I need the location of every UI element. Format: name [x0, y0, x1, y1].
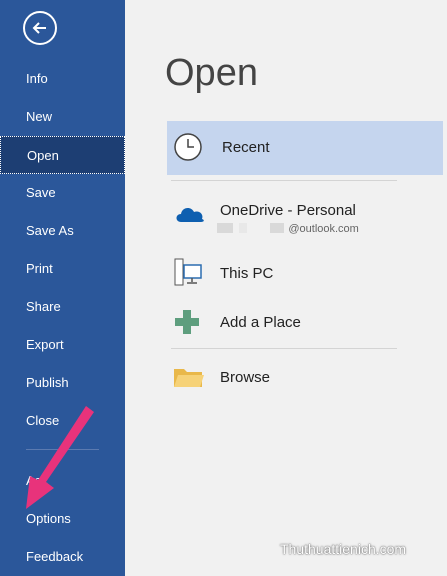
- divider: [171, 180, 397, 181]
- location-this-pc[interactable]: This PC: [167, 246, 443, 300]
- nav-new[interactable]: New: [0, 98, 125, 136]
- back-arrow-icon[interactable]: [23, 11, 57, 45]
- pointer-arrow-icon: [26, 406, 94, 509]
- redacted-box: [217, 222, 233, 233]
- location-add-place[interactable]: Add a Place: [167, 295, 443, 349]
- redacted-box: [269, 222, 284, 233]
- location-label: Recent: [222, 139, 270, 156]
- nav-open[interactable]: Open: [0, 136, 125, 174]
- nav-publish[interactable]: Publish: [0, 364, 125, 402]
- nav-feedback[interactable]: Feedback: [0, 538, 125, 576]
- watermark: Thuthuattienich.com: [280, 541, 407, 557]
- nav-save[interactable]: Save: [0, 174, 125, 212]
- backstage-main: Open Recent OneDrive - Personal @outlook…: [125, 0, 447, 576]
- account-email: @outlook.com: [288, 223, 359, 235]
- page-title: Open: [165, 52, 258, 94]
- nav-export[interactable]: Export: [0, 326, 125, 364]
- cloud-icon: [176, 208, 204, 222]
- location-label: OneDrive - Personal: [220, 202, 356, 219]
- nav-info[interactable]: Info: [0, 60, 125, 98]
- computer-icon: [174, 258, 202, 286]
- plus-icon: [175, 310, 199, 334]
- nav-save-as[interactable]: Save As: [0, 212, 125, 250]
- nav-share[interactable]: Share: [0, 288, 125, 326]
- nav-print[interactable]: Print: [0, 250, 125, 288]
- clock-icon: [174, 133, 202, 161]
- location-label: Browse: [220, 369, 271, 386]
- divider: [171, 348, 397, 349]
- backstage-sidebar: Info New Open Save Save As Print Share E…: [0, 0, 125, 576]
- folder-icon: [174, 369, 204, 387]
- location-onedrive[interactable]: OneDrive - Personal @outlook.com: [167, 192, 443, 246]
- location-recent[interactable]: Recent: [167, 121, 443, 175]
- redacted-box: [239, 222, 248, 233]
- location-label: Add a Place: [220, 314, 301, 331]
- location-browse[interactable]: Browse: [167, 350, 443, 404]
- location-label: This PC: [220, 265, 274, 282]
